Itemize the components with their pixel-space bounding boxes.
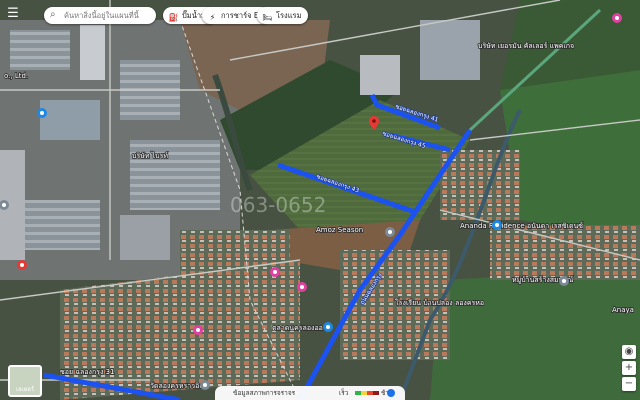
traffic-legend: ข้อมูลสภาพการจราจร เร็ว ช้า: [215, 386, 405, 400]
traffic-label: ข้อมูลสภาพการจราจร: [233, 389, 296, 397]
poi-grey-2[interactable]: [385, 227, 395, 237]
label-factory: บริษัท ไบรท์: [132, 151, 168, 160]
ev-charging-icon: ⚡: [209, 13, 216, 22]
label-street: ซอย ฉลองกรุง 31: [60, 368, 115, 376]
top-bar: ☰ ⌕ ค้นหาสิ่งนี้อยู่ในแผนที่นี้ ⛽ ปั๊มน้ำ…: [0, 0, 640, 30]
search-placeholder: ค้นหาสิ่งนี้อยู่ในแผนที่นี้: [64, 11, 139, 20]
zoom-in-button[interactable]: +: [622, 361, 636, 375]
poi-pink-1[interactable]: [270, 267, 280, 277]
poi-pink-3[interactable]: [193, 325, 203, 335]
traffic-color-scale: [355, 391, 379, 395]
search-icon: ⌕: [50, 9, 56, 20]
location-pin-icon[interactable]: [369, 116, 379, 130]
poi-pink-2[interactable]: [297, 282, 307, 292]
speed-fast: เร็ว: [339, 389, 349, 397]
chip-label: โรงแรม: [276, 11, 302, 20]
locate-icon[interactable]: ◉: [622, 345, 636, 359]
label-market: ตลาดนครลองอองค์: [272, 324, 331, 332]
label-anaya: Anaya: [612, 306, 634, 314]
hotel-icon: 🛏: [262, 13, 273, 22]
label-ltd: o., Ltd.: [4, 72, 28, 80]
layers-button[interactable]: เลเยอร์: [8, 365, 42, 397]
zoom-out-button[interactable]: −: [622, 377, 636, 391]
poi-blue-1[interactable]: [37, 108, 47, 118]
poi-blue-2[interactable]: [323, 322, 333, 332]
chip-hotel[interactable]: 🛏 โรงแรม: [257, 7, 308, 24]
gas-station-icon: ⛽: [168, 13, 179, 22]
label-temple: วัดลองครหราวอิง: [150, 382, 203, 390]
search-box[interactable]: ⌕ ค้นหาสิ่งนี้อยู่ในแผนที่นี้: [44, 7, 156, 24]
satellite-map[interactable]: ถนนฉลองกรุง ซอยฉลองกรุง 43 ซอยฉลองกรุง 4…: [0, 0, 640, 400]
label-school: โรงเรียน บ้านปลอง ลองครหอ: [395, 298, 484, 307]
watermark: 063-0652: [230, 193, 326, 217]
menu-icon[interactable]: ☰: [6, 7, 20, 21]
label-ananda: Ananda Residence อนันดา เรสซิเดนซ์: [460, 222, 583, 230]
poi-blue-3[interactable]: [492, 220, 502, 230]
layers-label: เลเยอร์: [15, 386, 35, 393]
poi-red-left[interactable]: [17, 260, 27, 270]
poi-grey-1[interactable]: [200, 380, 210, 390]
label-shop: บริษัท เยอรมัน คัลเลอร์ แพคเกจ: [478, 42, 574, 50]
traffic-dot-icon[interactable]: [387, 389, 395, 397]
poi-grey-3[interactable]: [559, 276, 569, 286]
label-season: Amoz Season: [316, 226, 363, 234]
map-controls: ◉ + −: [622, 345, 638, 395]
